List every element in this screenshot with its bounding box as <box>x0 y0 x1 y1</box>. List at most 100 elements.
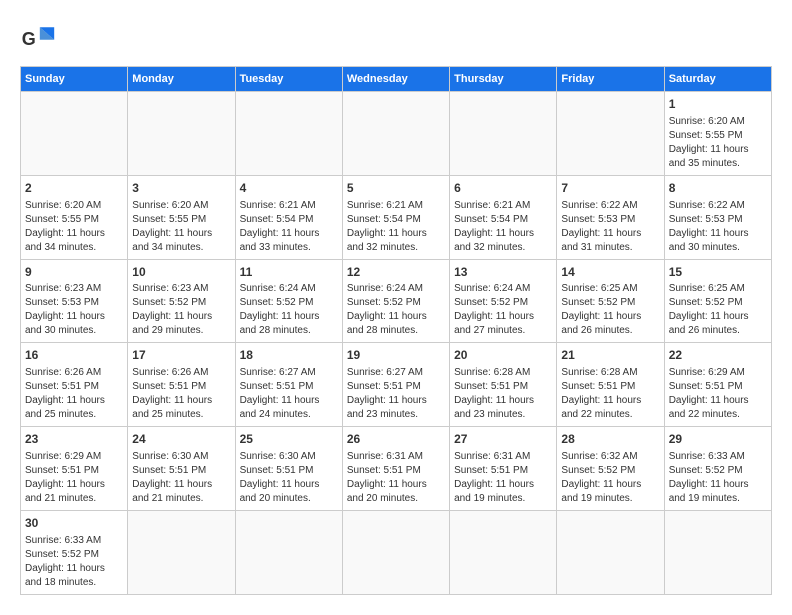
day-info: Sunrise: 6:33 AM Sunset: 5:52 PM Dayligh… <box>669 451 749 504</box>
day-header-saturday: Saturday <box>664 67 771 92</box>
day-info: Sunrise: 6:29 AM Sunset: 5:51 PM Dayligh… <box>669 367 749 420</box>
day-header-thursday: Thursday <box>450 67 557 92</box>
day-number: 3 <box>132 180 230 197</box>
calendar-cell: 2 Sunrise: 6:20 AM Sunset: 5:55 PM Daylig… <box>21 175 128 259</box>
calendar-cell: 25 Sunrise: 6:30 AM Sunset: 5:51 PM Dayli… <box>235 427 342 511</box>
calendar-cell: 20 Sunrise: 6:28 AM Sunset: 5:51 PM Dayli… <box>450 343 557 427</box>
day-number: 21 <box>561 347 659 364</box>
day-info: Sunrise: 6:24 AM Sunset: 5:52 PM Dayligh… <box>347 283 427 336</box>
calendar-week-row: 30Sunrise: 6:33 AM Sunset: 5:52 PM Dayli… <box>21 510 772 594</box>
calendar-cell <box>664 510 771 594</box>
day-info: Sunrise: 6:20 AM Sunset: 5:55 PM Dayligh… <box>25 200 105 253</box>
day-number: 17 <box>132 347 230 364</box>
logo: G <box>20 20 62 56</box>
day-number: 2 <box>25 180 123 197</box>
calendar-cell: 12 Sunrise: 6:24 AM Sunset: 5:52 PM Dayli… <box>342 259 449 343</box>
day-number: 10 <box>132 264 230 281</box>
calendar-week-row: 9 Sunrise: 6:23 AM Sunset: 5:53 PM Daylig… <box>21 259 772 343</box>
day-number: 19 <box>347 347 445 364</box>
calendar-cell <box>128 510 235 594</box>
calendar-header-row: SundayMondayTuesdayWednesdayThursdayFrid… <box>21 67 772 92</box>
day-number: 20 <box>454 347 552 364</box>
calendar-cell: 13 Sunrise: 6:24 AM Sunset: 5:52 PM Dayli… <box>450 259 557 343</box>
calendar-cell <box>557 510 664 594</box>
day-number: 29 <box>669 431 767 448</box>
day-info: Sunrise: 6:23 AM Sunset: 5:52 PM Dayligh… <box>132 283 212 336</box>
calendar-cell <box>450 510 557 594</box>
calendar-cell <box>21 92 128 176</box>
day-number: 28 <box>561 431 659 448</box>
day-info: Sunrise: 6:21 AM Sunset: 5:54 PM Dayligh… <box>240 200 320 253</box>
calendar-cell: 17Sunrise: 6:26 AM Sunset: 5:51 PM Dayli… <box>128 343 235 427</box>
day-info: Sunrise: 6:29 AM Sunset: 5:51 PM Dayligh… <box>25 451 105 504</box>
day-number: 5 <box>347 180 445 197</box>
day-info: Sunrise: 6:22 AM Sunset: 5:53 PM Dayligh… <box>669 200 749 253</box>
day-info: Sunrise: 6:31 AM Sunset: 5:51 PM Dayligh… <box>347 451 427 504</box>
day-info: Sunrise: 6:30 AM Sunset: 5:51 PM Dayligh… <box>132 451 212 504</box>
day-info: Sunrise: 6:28 AM Sunset: 5:51 PM Dayligh… <box>454 367 534 420</box>
calendar-week-row: 1 Sunrise: 6:20 AM Sunset: 5:55 PM Daylig… <box>21 92 772 176</box>
day-number: 27 <box>454 431 552 448</box>
calendar-cell: 21 Sunrise: 6:28 AM Sunset: 5:51 PM Dayli… <box>557 343 664 427</box>
calendar-cell: 26Sunrise: 6:31 AM Sunset: 5:51 PM Dayli… <box>342 427 449 511</box>
day-number: 22 <box>669 347 767 364</box>
day-info: Sunrise: 6:24 AM Sunset: 5:52 PM Dayligh… <box>240 283 320 336</box>
day-number: 13 <box>454 264 552 281</box>
calendar-cell: 23 Sunrise: 6:29 AM Sunset: 5:51 PM Dayli… <box>21 427 128 511</box>
day-info: Sunrise: 6:24 AM Sunset: 5:52 PM Dayligh… <box>454 283 534 336</box>
calendar-cell: 15Sunrise: 6:25 AM Sunset: 5:52 PM Dayli… <box>664 259 771 343</box>
calendar-cell: 7Sunrise: 6:22 AM Sunset: 5:53 PM Daylig… <box>557 175 664 259</box>
calendar-cell: 28Sunrise: 6:32 AM Sunset: 5:52 PM Dayli… <box>557 427 664 511</box>
calendar-cell <box>235 510 342 594</box>
calendar-cell: 1 Sunrise: 6:20 AM Sunset: 5:55 PM Daylig… <box>664 92 771 176</box>
page-header: G <box>20 20 772 56</box>
day-number: 12 <box>347 264 445 281</box>
day-info: Sunrise: 6:27 AM Sunset: 5:51 PM Dayligh… <box>240 367 320 420</box>
day-header-sunday: Sunday <box>21 67 128 92</box>
calendar-cell: 11 Sunrise: 6:24 AM Sunset: 5:52 PM Dayli… <box>235 259 342 343</box>
calendar-cell <box>557 92 664 176</box>
calendar-cell <box>342 92 449 176</box>
logo-icon: G <box>20 20 56 56</box>
day-number: 7 <box>561 180 659 197</box>
calendar-cell: 18 Sunrise: 6:27 AM Sunset: 5:51 PM Dayli… <box>235 343 342 427</box>
day-number: 23 <box>25 431 123 448</box>
calendar-week-row: 16Sunrise: 6:26 AM Sunset: 5:51 PM Dayli… <box>21 343 772 427</box>
day-info: Sunrise: 6:23 AM Sunset: 5:53 PM Dayligh… <box>25 283 105 336</box>
day-header-wednesday: Wednesday <box>342 67 449 92</box>
calendar-cell <box>450 92 557 176</box>
calendar-cell: 8Sunrise: 6:22 AM Sunset: 5:53 PM Daylig… <box>664 175 771 259</box>
calendar-week-row: 2 Sunrise: 6:20 AM Sunset: 5:55 PM Daylig… <box>21 175 772 259</box>
day-number: 25 <box>240 431 338 448</box>
calendar-cell: 9 Sunrise: 6:23 AM Sunset: 5:53 PM Daylig… <box>21 259 128 343</box>
day-info: Sunrise: 6:30 AM Sunset: 5:51 PM Dayligh… <box>240 451 320 504</box>
day-number: 1 <box>669 96 767 113</box>
calendar-cell: 3 Sunrise: 6:20 AM Sunset: 5:55 PM Daylig… <box>128 175 235 259</box>
day-number: 18 <box>240 347 338 364</box>
day-header-monday: Monday <box>128 67 235 92</box>
svg-text:G: G <box>22 29 36 49</box>
day-info: Sunrise: 6:21 AM Sunset: 5:54 PM Dayligh… <box>454 200 534 253</box>
calendar-cell: 5Sunrise: 6:21 AM Sunset: 5:54 PM Daylig… <box>342 175 449 259</box>
day-number: 6 <box>454 180 552 197</box>
day-number: 30 <box>25 515 123 532</box>
day-info: Sunrise: 6:20 AM Sunset: 5:55 PM Dayligh… <box>132 200 212 253</box>
day-info: Sunrise: 6:28 AM Sunset: 5:51 PM Dayligh… <box>561 367 641 420</box>
calendar-cell <box>342 510 449 594</box>
day-header-tuesday: Tuesday <box>235 67 342 92</box>
day-number: 14 <box>561 264 659 281</box>
day-info: Sunrise: 6:27 AM Sunset: 5:51 PM Dayligh… <box>347 367 427 420</box>
calendar-cell: 30Sunrise: 6:33 AM Sunset: 5:52 PM Dayli… <box>21 510 128 594</box>
day-number: 24 <box>132 431 230 448</box>
calendar-cell: 6 Sunrise: 6:21 AM Sunset: 5:54 PM Daylig… <box>450 175 557 259</box>
day-info: Sunrise: 6:20 AM Sunset: 5:55 PM Dayligh… <box>669 116 749 169</box>
calendar-week-row: 23 Sunrise: 6:29 AM Sunset: 5:51 PM Dayli… <box>21 427 772 511</box>
day-info: Sunrise: 6:31 AM Sunset: 5:51 PM Dayligh… <box>454 451 534 504</box>
calendar-cell: 27 Sunrise: 6:31 AM Sunset: 5:51 PM Dayli… <box>450 427 557 511</box>
calendar-table: SundayMondayTuesdayWednesdayThursdayFrid… <box>20 66 772 595</box>
day-number: 11 <box>240 264 338 281</box>
day-number: 9 <box>25 264 123 281</box>
calendar-cell: 24 Sunrise: 6:30 AM Sunset: 5:51 PM Dayli… <box>128 427 235 511</box>
day-info: Sunrise: 6:25 AM Sunset: 5:52 PM Dayligh… <box>561 283 641 336</box>
calendar-cell: 19 Sunrise: 6:27 AM Sunset: 5:51 PM Dayli… <box>342 343 449 427</box>
